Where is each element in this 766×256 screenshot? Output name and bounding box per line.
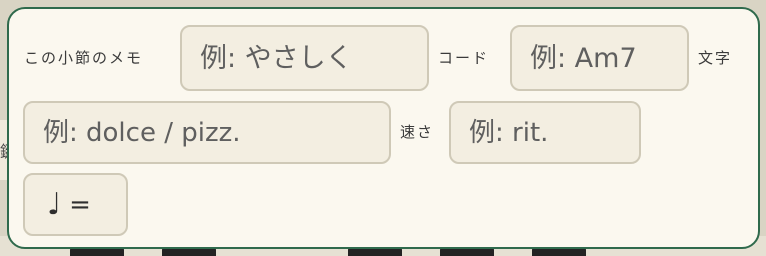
piano-black-key	[70, 248, 124, 256]
text-input[interactable]	[23, 101, 391, 164]
tempo-equals: =	[69, 189, 91, 220]
piano-black-key	[532, 248, 586, 256]
piano-black-key	[440, 248, 494, 256]
measure-memo-label: この小節のメモ	[24, 49, 144, 67]
chord-input[interactable]	[510, 25, 689, 91]
speed-input[interactable]	[449, 101, 641, 164]
tempo-button[interactable]: ♩ =	[23, 173, 128, 236]
piano-black-key	[348, 248, 402, 256]
speed-label: 速さ	[400, 123, 435, 141]
measure-memo-input[interactable]	[180, 25, 429, 91]
piano-black-key	[162, 248, 216, 256]
chord-label: コード	[438, 49, 490, 67]
quarter-note-icon: ♩	[47, 187, 62, 222]
text-label: 文字	[698, 49, 733, 67]
measure-notes-popup: この小節のメモ コード 文字 速さ ♩ =	[7, 7, 760, 249]
